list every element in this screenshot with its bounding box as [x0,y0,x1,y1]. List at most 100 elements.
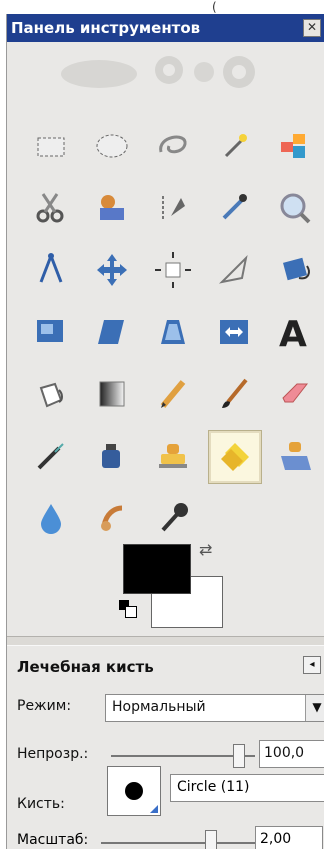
droplet-icon [41,504,61,534]
clone-tool[interactable] [147,430,199,482]
opacity-label: Непрозр.: [17,746,89,762]
move-arrows-icon [97,254,127,286]
rect-select-tool[interactable] [25,120,77,172]
blend-tool[interactable] [86,368,138,420]
perspective-tool[interactable] [147,306,199,358]
scale-label: Масштаб: [17,832,89,848]
foreground-select-icon [100,195,124,220]
default-colors-icon[interactable] [119,600,137,618]
brush-name-field[interactable]: Circle (11) [170,774,324,802]
zoom-tool[interactable] [269,182,321,234]
ellipse-select-icon [96,134,128,158]
ink-icon [102,444,120,468]
bucket-fill-tool[interactable] [25,368,77,420]
clone-stamp-icon [159,444,187,468]
brush-circle-icon [125,782,143,800]
measure-tool[interactable] [25,244,77,296]
panel-menu-arrow-icon[interactable]: ◂ [303,656,321,674]
ellipse-select-tool[interactable] [86,120,138,172]
scale-spin-field[interactable]: 2,00 [255,826,323,849]
window-title: Панель инструментов [11,19,201,37]
knife-crop-icon [218,254,248,284]
close-button[interactable]: ✕ [303,19,321,37]
tool-options-title: Лечебная кисть [17,658,154,676]
perspective-clone-tool[interactable] [269,430,321,482]
perspective-icon [161,320,185,344]
clipped-text-fragment: ( [212,0,217,14]
scissors-tool[interactable] [25,182,77,234]
window-titlebar[interactable]: Панель инструментов ✕ [7,14,324,42]
corner-arrow-icon [150,805,158,813]
rotate-tool[interactable] [269,244,321,296]
color-select-icon [281,134,305,158]
compass-icon [39,253,63,283]
text-icon: A [279,314,307,354]
lasso-icon [159,135,187,154]
color-area: ⇄ [117,540,229,630]
align-icon [155,252,191,288]
move-tool[interactable] [86,244,138,296]
paintbrush-tool[interactable] [208,368,260,420]
crop-tool[interactable] [208,244,260,296]
opacity-slider-thumb[interactable] [233,744,245,768]
scissors-icon [36,193,64,223]
shear-tool[interactable] [86,306,138,358]
magic-wand-icon [224,134,247,158]
scale-tool[interactable] [25,306,77,358]
color-picker-tool[interactable] [208,182,260,234]
align-tool[interactable] [147,244,199,296]
color-select-tool[interactable] [269,120,321,172]
pencil-icon [160,380,186,408]
smudge-icon [101,505,123,531]
fuzzy-select-tool[interactable] [208,120,260,172]
chevron-down-icon[interactable]: ▼ [305,695,324,721]
pencil-tool[interactable] [147,368,199,420]
shear-icon [98,320,124,344]
blur-tool[interactable] [25,492,77,544]
brush-label: Кисть: [17,796,65,812]
scale-slider-track[interactable] [101,842,261,844]
free-select-tool[interactable] [147,120,199,172]
paths-tool[interactable] [147,182,199,234]
rectangle-select-icon [37,137,65,157]
foreground-color-swatch[interactable] [123,544,191,594]
airbrush-icon [37,443,64,470]
panel-separator [7,636,324,646]
flip-icon [220,320,248,344]
eyedropper-icon [222,194,247,220]
mode-label: Режим: [17,698,72,714]
rotate-icon [283,257,310,281]
text-tool[interactable]: A [269,306,321,358]
dodge-burn-icon [161,503,188,532]
gradient-icon [99,381,125,407]
pen-path-icon [162,196,185,220]
mode-combo[interactable]: Нормальный ▼ [105,694,324,722]
eraser-tool[interactable] [269,368,321,420]
dodge-burn-tool[interactable] [147,492,199,544]
magnifier-icon [280,193,311,224]
swap-colors-icon[interactable]: ⇄ [199,540,212,559]
svg-text:A: A [279,314,307,354]
flip-tool[interactable] [208,306,260,358]
toolbox-window: Панель инструментов ✕ A ⇄ Лечебная кисть… [6,14,324,849]
perspective-clone-icon [281,442,311,470]
brush-preview-button[interactable] [107,766,161,816]
gimp-watermark-logo [61,56,255,88]
bucket-icon [39,382,63,408]
heal-tool[interactable] [208,430,262,484]
smudge-tool[interactable] [86,492,138,544]
brush-name-value: Circle (11) [177,779,250,795]
wilber-watermark-area [7,42,324,100]
paintbrush-icon [222,378,248,408]
opacity-value: 100,0 [264,745,305,761]
foreground-select-tool[interactable] [86,182,138,234]
scale-slider-thumb[interactable] [205,830,217,849]
scale-icon [37,320,63,342]
heal-icon [221,443,249,471]
airbrush-tool[interactable] [25,430,77,482]
mode-value: Нормальный [112,699,206,715]
ink-tool[interactable] [86,430,138,482]
eraser-icon [282,383,309,403]
opacity-spin-field[interactable]: 100,0 [259,740,324,768]
scale-value: 2,00 [260,831,292,847]
